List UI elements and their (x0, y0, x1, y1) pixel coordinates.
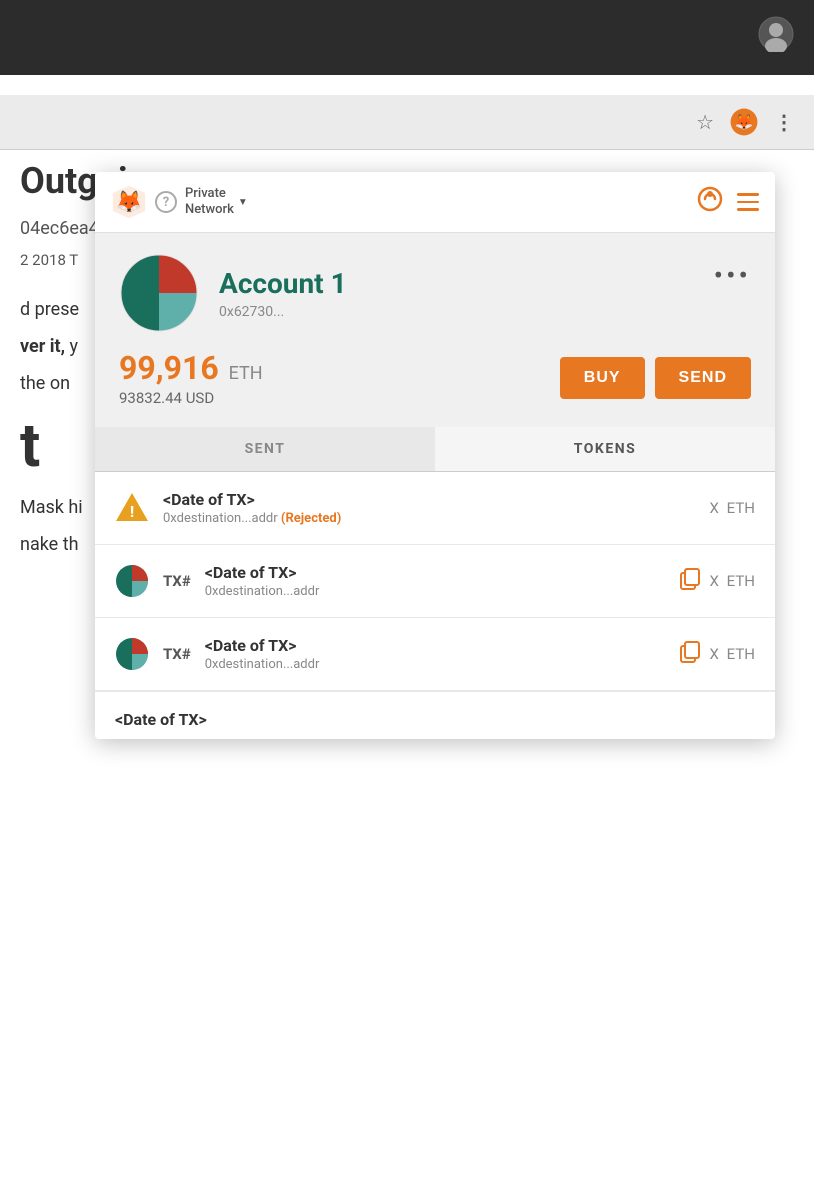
svg-text:🦊: 🦊 (116, 190, 143, 215)
metamask-popup: 🦊 ? Private Network ▼ (95, 172, 775, 739)
tx-rejected-amount: X ETH (710, 499, 755, 517)
send-button[interactable]: SEND (655, 357, 751, 399)
star-icon[interactable]: ☆ (696, 110, 714, 134)
tx-1-details: <Date of TX> 0xdestination...addr (205, 563, 666, 599)
balance-eth-amount: 99,916 (119, 349, 219, 387)
tx-item-rejected[interactable]: ! <Date of TX> 0xdestination...addr (Rej… (95, 472, 775, 545)
svg-text:🦊: 🦊 (735, 113, 754, 131)
tab-tokens[interactable]: TOKENS (435, 427, 775, 471)
warning-icon: ! (115, 491, 149, 525)
balance-section: 99,916 ETH 93832.44 USD BUY SEND (95, 349, 775, 427)
network-label: Private Network (185, 186, 234, 217)
tx-1-addr: 0xdestination...addr (205, 584, 666, 599)
tx-rejected-addr: 0xdestination...addr (Rejected) (163, 511, 696, 526)
tx-2-addr: 0xdestination...addr (205, 657, 666, 672)
tx-id-2: TX# (163, 645, 191, 663)
network-selector[interactable]: Private Network ▼ (185, 186, 248, 217)
account-avatar (119, 253, 199, 333)
account-menu-dots[interactable]: ••• (714, 259, 751, 292)
account-profile-icon[interactable] (758, 16, 794, 59)
tx-item-1[interactable]: TX# <Date of TX> 0xdestination...addr X … (95, 545, 775, 618)
copy-icon-1[interactable] (680, 568, 702, 595)
account-info: Account 1 0x62730... (219, 267, 694, 320)
svg-text:!: ! (130, 502, 134, 521)
tabs-row: SENT TOKENS (95, 427, 775, 472)
balance-buttons: BUY SEND (560, 357, 751, 399)
account-section: Account 1 0x62730... ••• (95, 233, 775, 349)
tx-rejected-details: <Date of TX> 0xdestination...addr (Rejec… (163, 490, 696, 526)
tx-2-details: <Date of TX> 0xdestination...addr (205, 636, 666, 672)
tx-partial[interactable]: <Date of TX> (95, 691, 775, 739)
hamburger-icon[interactable] (737, 193, 759, 211)
browser-tab-bar: ☆ 🦊 ⋮ (0, 95, 814, 150)
tx-2-date: <Date of TX> (205, 636, 666, 655)
buy-button[interactable]: BUY (560, 357, 645, 399)
balance-usd: 93832.44 USD (119, 389, 263, 407)
account-name: Account 1 (219, 267, 694, 300)
tx-avatar-1 (115, 564, 149, 598)
tx-1-right: X ETH (680, 568, 755, 595)
tab-sent[interactable]: SENT (95, 427, 435, 471)
chevron-down-icon: ▼ (238, 197, 248, 208)
sync-icon[interactable] (697, 186, 723, 218)
more-menu-icon[interactable]: ⋮ (774, 110, 794, 134)
balance-eth-row: 99,916 ETH (119, 349, 263, 387)
popup-header-left: 🦊 ? Private Network ▼ (111, 184, 248, 220)
tx-item-2[interactable]: TX# <Date of TX> 0xdestination...addr X … (95, 618, 775, 691)
metamask-fox-tab-icon[interactable]: 🦊 (730, 108, 758, 136)
tx-id-1: TX# (163, 572, 191, 590)
help-icon[interactable]: ? (155, 191, 177, 213)
popup-header: 🦊 ? Private Network ▼ (95, 172, 775, 233)
tx-rejected-date: <Date of TX> (163, 490, 696, 509)
tx-partial-date: <Date of TX> (115, 710, 755, 729)
balance-eth-label: ETH (229, 363, 263, 384)
account-address[interactable]: 0x62730... (219, 304, 694, 320)
copy-icon-2[interactable] (680, 641, 702, 668)
tx-2-right: X ETH (680, 641, 755, 668)
popup-header-right (697, 186, 759, 218)
tx-avatar-2 (115, 637, 149, 671)
metamask-logo: 🦊 (111, 184, 147, 220)
browser-top-bar (0, 0, 814, 75)
transaction-list: ! <Date of TX> 0xdestination...addr (Rej… (95, 472, 775, 739)
balance-left: 99,916 ETH 93832.44 USD (119, 349, 263, 407)
tx-1-date: <Date of TX> (205, 563, 666, 582)
